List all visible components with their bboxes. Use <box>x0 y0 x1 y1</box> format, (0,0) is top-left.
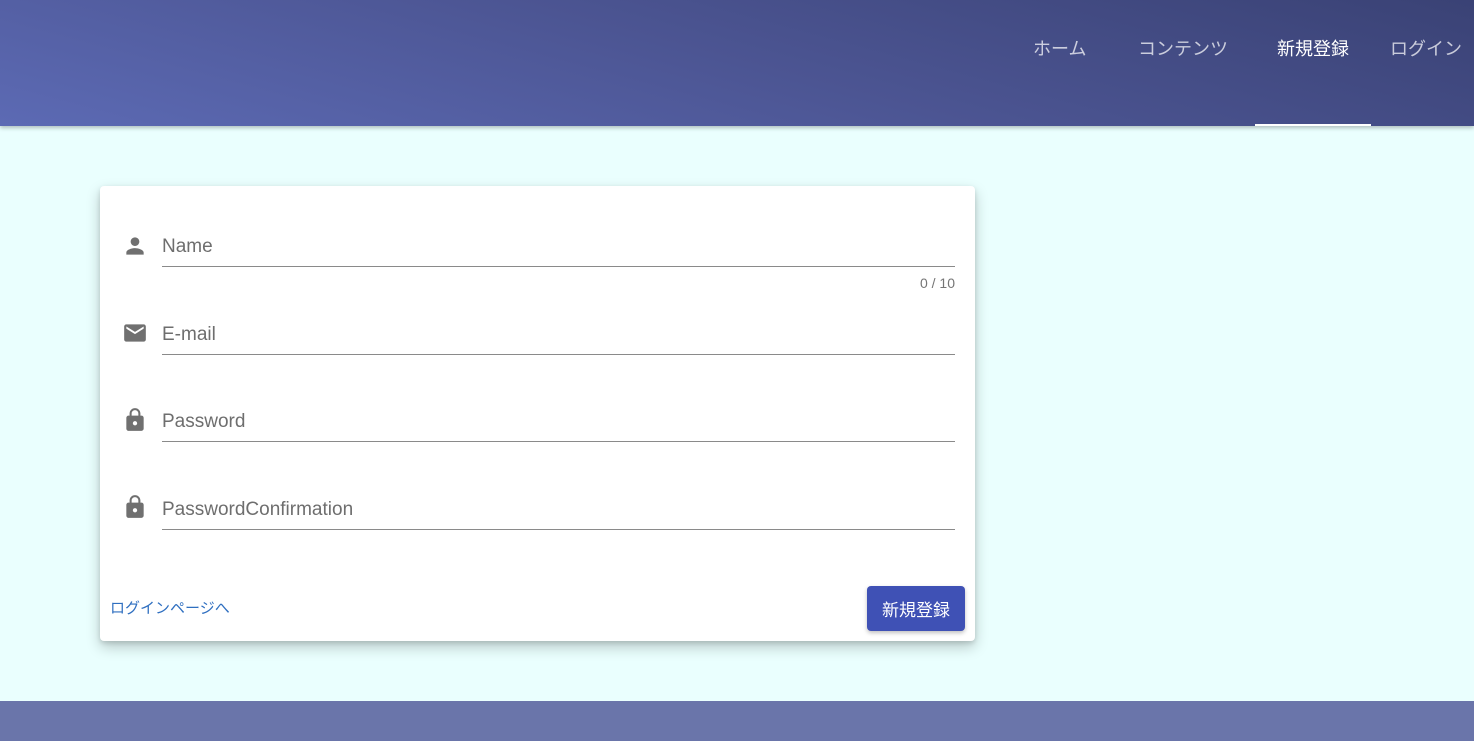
tab-login[interactable]: ログイン <box>1390 0 1462 126</box>
signup-button[interactable]: 新規登録 <box>867 586 965 631</box>
tab-home[interactable]: ホーム <box>1033 0 1086 126</box>
tab-login-label: ログイン <box>1390 39 1462 59</box>
tab-signup-label: 新規登録 <box>1277 39 1349 59</box>
email-input[interactable] <box>162 318 955 352</box>
password-field[interactable] <box>162 405 955 442</box>
tab-home-label: ホーム <box>1033 39 1087 59</box>
name-field[interactable] <box>162 230 955 267</box>
person-icon <box>122 233 148 259</box>
email-field[interactable] <box>162 318 955 355</box>
password-input[interactable] <box>162 405 955 439</box>
tab-contents[interactable]: コンテンツ <box>1138 0 1228 126</box>
signup-card: 0 / 10 ログインページへ 新規登録 <box>100 186 975 641</box>
name-input[interactable] <box>162 230 955 264</box>
app-bar: ホーム コンテンツ 新規登録 ログイン <box>0 0 1474 126</box>
lock-icon <box>122 407 148 433</box>
tab-signup[interactable]: 新規登録 <box>1255 0 1371 126</box>
tab-contents-label: コンテンツ <box>1138 39 1228 59</box>
footer <box>0 701 1474 741</box>
lock-icon <box>122 494 148 520</box>
name-char-counter: 0 / 10 <box>919 275 955 291</box>
login-page-link[interactable]: ログインページへ <box>110 597 230 618</box>
mail-icon <box>122 320 148 346</box>
password-confirmation-input[interactable] <box>162 493 955 527</box>
password-confirmation-field[interactable] <box>162 493 955 530</box>
